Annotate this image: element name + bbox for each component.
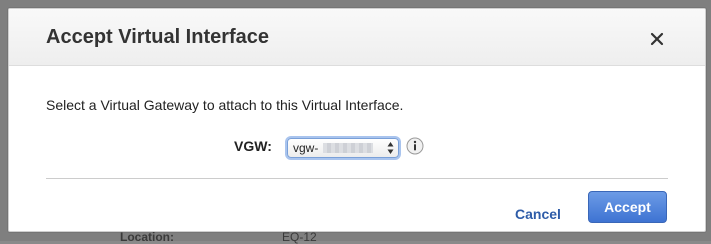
close-icon [650,32,664,46]
chevron-updown-icon [387,142,394,154]
vgw-select[interactable]: vgw- [287,138,399,158]
cancel-button[interactable]: Cancel [515,206,561,222]
info-icon[interactable] [406,137,424,155]
background-location-label: Location: [120,230,174,244]
redacted-mask [323,143,373,153]
vgw-select-value: vgw- [293,141,319,155]
vgw-label: VGW: [234,138,272,154]
dialog-header: Accept Virtual Interface [9,9,705,66]
background-location-value: EQ-12 [282,230,317,244]
accept-button[interactable]: Accept [588,191,667,223]
close-button[interactable] [645,27,669,51]
instruction-text: Select a Virtual Gateway to attach to th… [46,97,404,113]
footer-divider [46,178,668,179]
accept-virtual-interface-dialog: Accept Virtual Interface Select a Virtua… [8,8,706,232]
dialog-body: Select a Virtual Gateway to attach to th… [9,66,705,231]
dialog-title: Accept Virtual Interface [46,26,270,48]
